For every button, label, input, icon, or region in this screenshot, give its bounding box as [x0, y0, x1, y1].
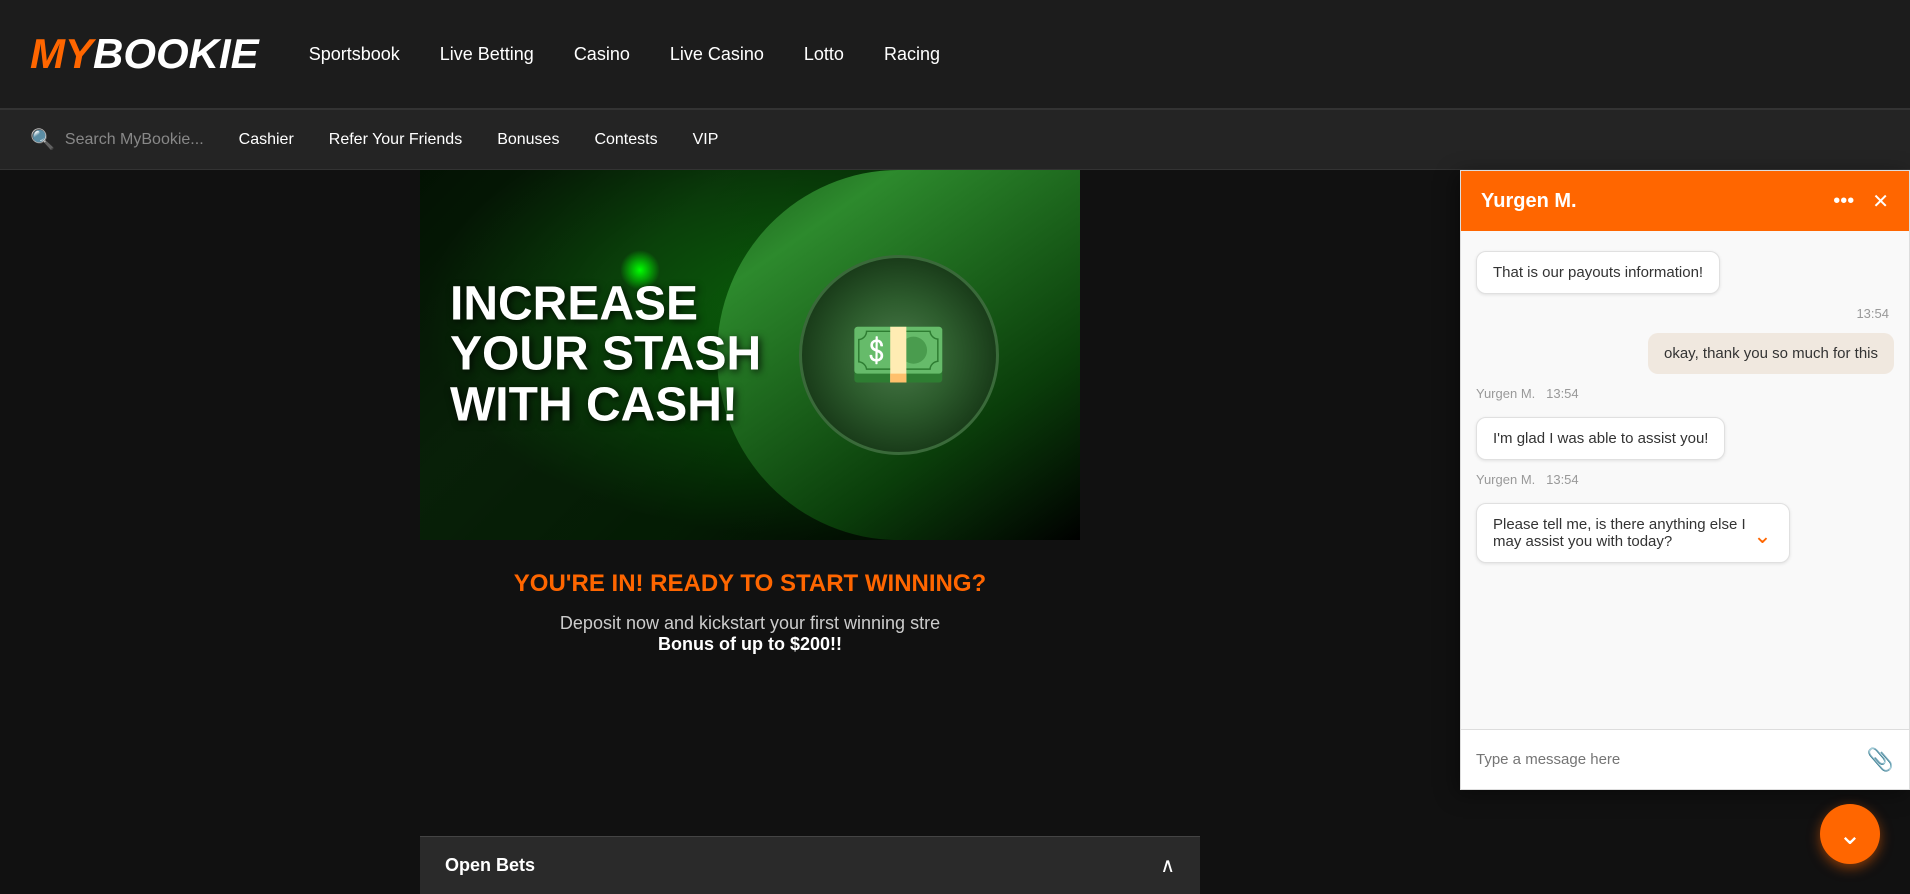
secondary-navigation: 🔍 Search MyBookie... Cashier Refer Your …	[0, 110, 1910, 170]
nav-racing[interactable]: Racing	[884, 44, 940, 65]
chat-header: Yurgen M. ••• ✕	[1461, 171, 1909, 231]
franklin-icon: 💵	[799, 255, 999, 455]
floating-chevron-icon: ⌄	[1838, 818, 1861, 851]
left-sidebar-area	[0, 170, 420, 894]
nav-bonuses[interactable]: Bonuses	[497, 131, 559, 149]
open-bets-chevron-icon: ∧	[1160, 853, 1175, 878]
nav-casino[interactable]: Casino	[574, 44, 630, 65]
hero-line2: YOUR STASH	[450, 328, 761, 381]
attachment-icon[interactable]: 📎	[1867, 747, 1894, 773]
promo-section: YOU'RE IN! READY TO START WINNING? Depos…	[420, 540, 1080, 675]
hero-line3: WITH CASH!	[450, 378, 738, 431]
chat-close-icon[interactable]: ✕	[1872, 189, 1889, 214]
logo[interactable]: MY BOOKIE	[30, 30, 259, 78]
logo-bookie: BOOKIE	[93, 30, 259, 78]
chat-message-1: That is our payouts information!	[1476, 251, 1720, 294]
scroll-down-chevron-icon: ⌄	[1753, 523, 1771, 549]
chat-header-actions: ••• ✕	[1833, 189, 1889, 214]
nav-cashier[interactable]: Cashier	[239, 131, 294, 149]
chat-message-2: I'm glad I was able to assist you!	[1476, 417, 1725, 460]
deposit-body: Deposit now and kickstart your first win…	[560, 613, 940, 633]
nav-sportsbook[interactable]: Sportsbook	[309, 44, 400, 65]
winning-title: YOU'RE IN! READY TO START WINNING?	[440, 570, 1060, 598]
nav-contests[interactable]: Contests	[594, 131, 657, 149]
chat-meta-sender-2: Yurgen M.	[1476, 472, 1535, 487]
chat-menu-icon[interactable]: •••	[1833, 190, 1854, 213]
chat-meta-time-2: 13:54	[1546, 472, 1579, 487]
chat-meta-2: Yurgen M. 13:54	[1476, 472, 1894, 487]
chat-meta-sender-1: Yurgen M.	[1476, 386, 1535, 401]
chat-agent-name: Yurgen M.	[1481, 190, 1577, 213]
chat-widget: Yurgen M. ••• ✕ That is our payouts info…	[1460, 170, 1910, 790]
chat-scroll-down-button[interactable]: ⌄	[1747, 520, 1779, 552]
search-container[interactable]: 🔍 Search MyBookie...	[30, 127, 204, 152]
chat-input-area: 📎	[1461, 729, 1909, 789]
search-icon: 🔍	[30, 127, 55, 152]
top-navigation: MY BOOKIE Sportsbook Live Betting Casino…	[0, 0, 1910, 110]
money-visual: 💵	[717, 170, 1080, 540]
top-nav-links: Sportsbook Live Betting Casino Live Casi…	[309, 44, 940, 65]
nav-live-betting[interactable]: Live Betting	[440, 44, 534, 65]
main-content: INCREASE YOUR STASH WITH CASH! 💵 YOU'RE …	[0, 170, 1910, 894]
hero-banner: INCREASE YOUR STASH WITH CASH! 💵	[420, 170, 1080, 540]
open-bets-label: Open Bets	[445, 855, 535, 876]
chat-messages: That is our payouts information! 13:54 o…	[1461, 231, 1909, 729]
chat-meta-1: Yurgen M. 13:54	[1476, 386, 1894, 401]
nav-lotto[interactable]: Lotto	[804, 44, 844, 65]
hero-text: INCREASE YOUR STASH WITH CASH!	[450, 279, 761, 430]
nav-refer[interactable]: Refer Your Friends	[329, 131, 462, 149]
chat-input-field[interactable]	[1476, 751, 1867, 768]
search-placeholder-text: Search MyBookie...	[65, 131, 204, 149]
hero-line1: INCREASE	[450, 277, 698, 330]
open-bets-bar[interactable]: Open Bets ∧	[420, 836, 1200, 894]
nav-vip[interactable]: VIP	[693, 131, 719, 149]
floating-chevron-button[interactable]: ⌄	[1820, 804, 1880, 864]
chat-timestamp-1: 13:54	[1856, 306, 1889, 321]
chat-message-user-1: okay, thank you so much for this	[1648, 333, 1894, 374]
chat-meta-time-1: 13:54	[1546, 386, 1579, 401]
chat-message-3: Please tell me, is there anything else I…	[1476, 503, 1790, 563]
logo-my: MY	[30, 30, 93, 78]
nav-live-casino[interactable]: Live Casino	[670, 44, 764, 65]
bonus-text: Bonus of up to $200!!	[658, 634, 842, 654]
deposit-text: Deposit now and kickstart your first win…	[440, 613, 1060, 655]
